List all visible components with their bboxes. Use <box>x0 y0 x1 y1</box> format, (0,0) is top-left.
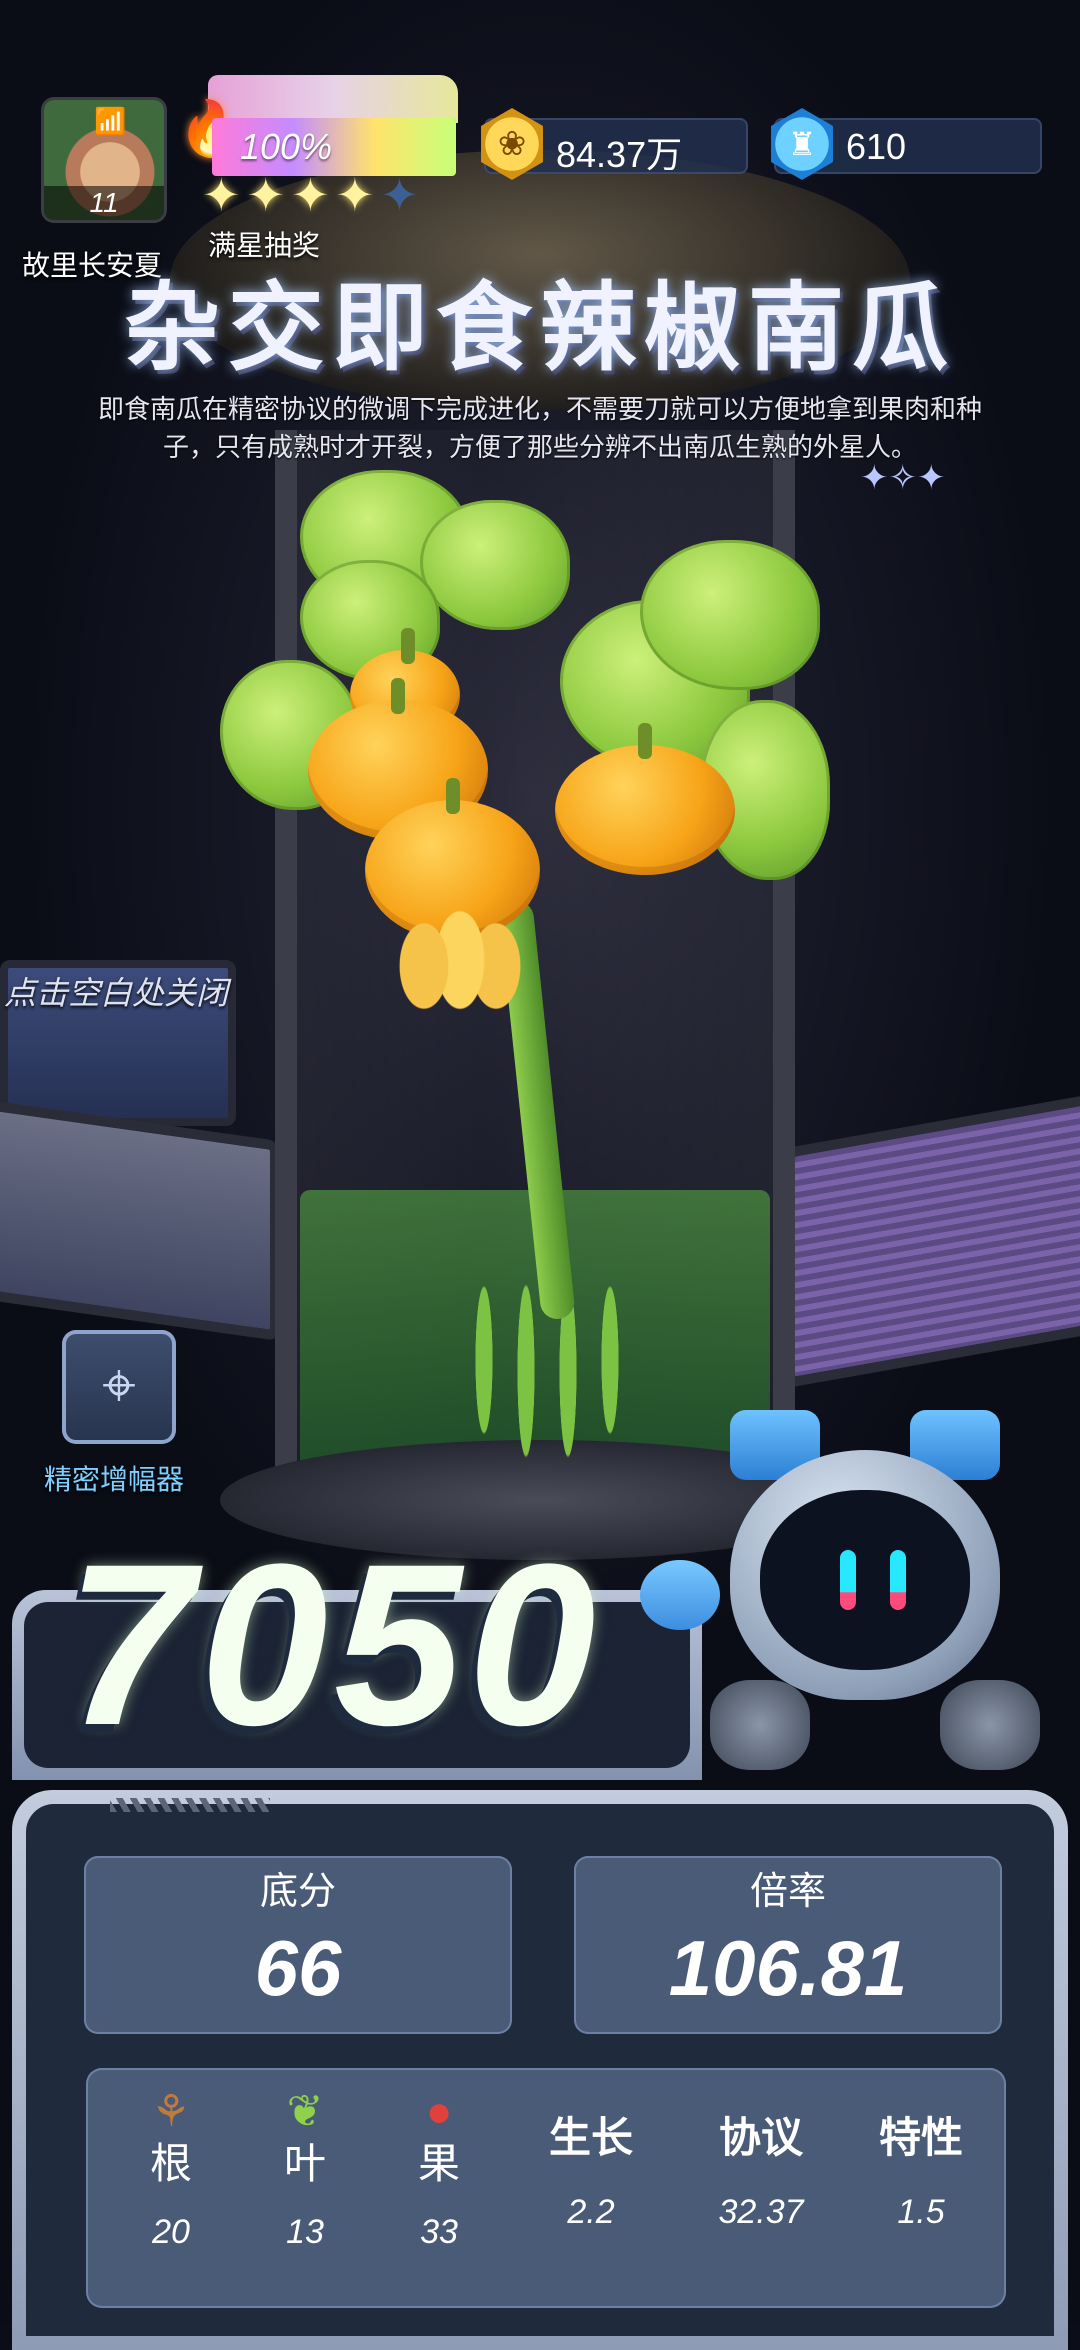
gem-value: 610 <box>846 126 907 167</box>
attr-fruit-label: 果 <box>417 2140 460 2187</box>
star-filled-icon: ✦ <box>246 169 286 221</box>
attr-fruit-value: 33 <box>420 2213 458 2251</box>
plant-title: 杂交即食辣椒南瓜 <box>124 275 956 382</box>
multiplier-box: 倍率 106.81 <box>574 1856 1002 2034</box>
base-score-value: 66 <box>254 1924 342 2012</box>
attr-trait-value: 1.5 <box>897 2193 945 2231</box>
base-score-label: 底分 <box>259 1871 336 1913</box>
multiplier-label: 倍率 <box>749 1871 826 1913</box>
robot-hand <box>710 1680 810 1770</box>
leaf-icon: ❦ <box>286 2087 324 2136</box>
star-empty-icon: ✦ <box>380 169 419 221</box>
amplifier-label[interactable]: 精密增幅器 <box>44 1458 184 1498</box>
multiplier-value: 106.81 <box>668 1924 908 2012</box>
fruit-icon: ● <box>425 2087 453 2136</box>
pumpkin <box>555 723 735 875</box>
precision-amplifier-button[interactable]: ⌖ <box>62 1330 176 1444</box>
gem-icon: ♜ <box>771 108 833 180</box>
attr-protocol-label: 协议 <box>718 2114 803 2161</box>
total-score: 7050 <box>66 1516 602 1773</box>
star-filled-icon: ✦ <box>291 169 330 221</box>
coin-balance[interactable]: ❀ 84.37万 <box>481 108 748 180</box>
left-monitor <box>0 1098 280 1342</box>
robot-eye <box>840 1550 856 1610</box>
board-stripes <box>110 1798 270 1812</box>
player-level: 11 <box>44 186 164 220</box>
coin-value: 84.37万 <box>556 134 683 175</box>
attr-root-label: 根 <box>149 2140 192 2187</box>
right-monitor <box>785 1091 1080 1389</box>
coin-icon: ❀ <box>481 108 543 180</box>
robot-face <box>760 1490 970 1670</box>
robot-hand <box>940 1680 1040 1770</box>
robot-mascot <box>640 1390 1080 1810</box>
attr-leaf-label: 叶 <box>283 2140 326 2187</box>
attr-growth: 生长 2.2 <box>526 2068 656 2232</box>
avatar[interactable]: 📶 11 <box>44 100 164 220</box>
attr-fruit: ● 果 33 <box>374 2068 504 2252</box>
attr-leaf: ❦ 叶 13 <box>240 2068 370 2252</box>
attributes-panel: ⚘ 根 20 ❦ 叶 13 ● 果 33 生长 2.2 协议 32.37 特性 … <box>86 2068 1006 2308</box>
plant-description: 即食南瓜在精密协议的微调下完成进化，不需要刀就可以方便地拿到果肉和种子，只有成熟… <box>97 394 982 462</box>
close-hint[interactable]: 点击空白处关闭 <box>4 968 228 1014</box>
signal-icon: 📶 <box>94 106 127 136</box>
base-score-box: 底分 66 <box>84 1856 512 2034</box>
attr-protocol: 协议 32.37 <box>696 2068 826 2232</box>
crosshair-chart-icon: ⌖ <box>102 1351 136 1418</box>
attr-growth-value: 2.2 <box>567 2193 615 2231</box>
root-icon: ⚘ <box>151 2087 191 2136</box>
attr-trait-label: 特性 <box>878 2114 963 2161</box>
progress-percent: 100% <box>240 126 333 167</box>
star-progress-bar[interactable]: 100% <box>212 118 456 176</box>
star-filled-icon: ✦ <box>202 169 241 221</box>
attr-root: ⚘ 根 20 <box>106 2068 236 2252</box>
gem-balance[interactable]: ♜ 610 <box>771 108 1042 180</box>
star-rating: ✦ ✦ ✦ ✦ ✦ <box>202 170 419 220</box>
plant-flower <box>370 900 550 1020</box>
robot-wing <box>640 1560 720 1630</box>
attr-trait: 特性 1.5 <box>856 2068 986 2232</box>
attr-root-value: 20 <box>152 2213 190 2251</box>
attr-leaf-value: 13 <box>286 2213 324 2251</box>
robot-eye <box>890 1550 906 1610</box>
star-filled-icon: ✦ <box>335 169 375 221</box>
progress-cap <box>208 75 458 123</box>
attr-growth-label: 生长 <box>548 2114 633 2161</box>
attr-protocol-value: 32.37 <box>718 2193 804 2231</box>
sparkle-icon: ✦✧✦ <box>860 459 946 497</box>
